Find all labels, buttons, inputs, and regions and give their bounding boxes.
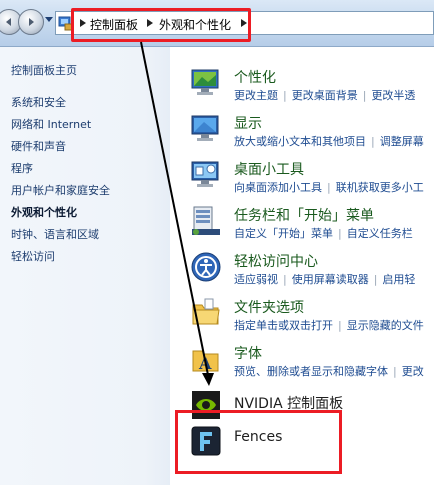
folder-options-icon[interactable] [190,297,222,329]
taskbar-start-icon[interactable] [190,205,222,237]
nvidia-icon[interactable] [190,389,222,421]
entry-title[interactable]: NVIDIA 控制面板 [234,393,343,413]
nav-user-accounts[interactable]: 用户帐户和家庭安全 [11,182,110,198]
category-folder-options: 文件夹选项 指定单击或双击打开 | 显示隐藏的文件 [190,297,434,343]
address-bar[interactable]: 控制面板 外观和个性化 [55,11,434,35]
entry-title[interactable]: 文件夹选项 [234,297,304,317]
nav-hardware-sound[interactable]: 硬件和声音 [11,138,66,154]
link-single-double-click[interactable]: 指定单击或双击打开 [234,319,333,332]
forward-arrow-icon [29,18,34,26]
entry-title[interactable]: 显示 [234,113,262,133]
nav-ease-of-access[interactable]: 轻松访问 [11,248,55,264]
entry-links: 更改主题 | 更改桌面背景 | 更改半透 [234,89,416,102]
svg-text:A: A [198,354,212,373]
link-resize-text[interactable]: 放大或缩小文本和其他项目 [234,135,366,148]
link-change-background[interactable]: 更改桌面背景 [292,89,358,102]
link-add-gadgets[interactable]: 向桌面添加小工具 [234,181,322,194]
desktop-gadgets-icon[interactable] [190,159,222,191]
category-fonts: A 字体 预览、删除或者显示和隐藏字体 | 更改 [190,343,434,389]
fonts-icon[interactable]: A [190,343,222,375]
breadcrumb-control-panel[interactable]: 控制面板 [90,16,138,33]
category-taskbar-start-menu: 任务栏和「开始」菜单 自定义「开始」菜单 | 自定义任务栏 [190,205,434,251]
entry-links: 放大或缩小文本和其他项目 | 调整屏幕 [234,135,424,148]
fences-icon[interactable] [190,425,222,457]
forward-button[interactable] [18,9,44,35]
category-fences: Fences [190,425,434,471]
link-customize-taskbar[interactable]: 自定义任务栏 [347,227,413,240]
nav-system-security[interactable]: 系统和安全 [11,94,66,110]
category-desktop-gadgets: 桌面小工具 向桌面添加小工具 | 联机获取更多小工 [190,159,434,205]
control-panel-icon [58,16,74,31]
category-ease-of-access-center: 轻松访问中心 适应弱视 | 使用屏幕读取器 | 启用轻 [190,251,434,297]
entry-links: 预览、删除或者显示和隐藏字体 | 更改 [234,365,424,378]
entry-links: 指定单击或双击打开 | 显示隐藏的文件 [234,319,424,332]
personalization-icon[interactable] [190,67,222,99]
entry-links: 适应弱视 | 使用屏幕读取器 | 启用轻 [234,273,416,286]
link-adjust-resolution[interactable]: 调整屏幕 [380,135,424,148]
link-change-font-settings[interactable]: 更改 [402,365,424,378]
left-navigation-pane [0,47,170,485]
entry-title[interactable]: 桌面小工具 [234,159,304,179]
control-panel-home-link[interactable]: 控制面板主页 [11,62,77,78]
entry-links: 向桌面添加小工具 | 联机获取更多小工 [234,181,424,194]
entry-title[interactable]: 轻松访问中心 [234,251,318,271]
category-personalization: 个性化 更改主题 | 更改桌面背景 | 更改半透 [190,67,434,113]
entry-title[interactable]: 个性化 [234,67,276,87]
nav-clock-language-region[interactable]: 时钟、语言和区域 [11,226,99,242]
link-preview-fonts[interactable]: 预览、删除或者显示和隐藏字体 [234,365,388,378]
entry-links: 自定义「开始」菜单 | 自定义任务栏 [234,227,413,240]
breadcrumb-arrow-icon[interactable] [80,19,86,27]
category-display: 显示 放大或缩小文本和其他项目 | 调整屏幕 [190,113,434,159]
nav-programs[interactable]: 程序 [11,160,33,176]
link-enable-shortcut[interactable]: 启用轻 [382,273,415,286]
link-screen-reader[interactable]: 使用屏幕读取器 [292,273,369,286]
nav-appearance-current: 外观和个性化 [11,206,77,219]
link-customize-start-menu[interactable]: 自定义「开始」菜单 [234,227,333,240]
entry-title[interactable]: 字体 [234,343,262,363]
link-get-more-gadgets[interactable]: 联机获取更多小工 [336,181,424,194]
ease-of-access-icon[interactable] [190,251,222,283]
link-low-vision[interactable]: 适应弱视 [234,273,278,286]
breadcrumb-arrow-icon[interactable] [147,19,153,27]
recent-pages-dropdown-icon[interactable] [45,15,53,23]
breadcrumb-arrow-icon[interactable] [241,19,247,27]
link-change-transparency[interactable]: 更改半透 [371,89,415,102]
back-arrow-icon [6,18,11,26]
breadcrumb-appearance[interactable]: 外观和个性化 [159,16,231,33]
nav-network-internet[interactable]: 网络和 Internet [11,116,91,132]
display-icon[interactable] [190,113,222,145]
entry-title[interactable]: Fences [234,429,282,445]
link-change-theme[interactable]: 更改主题 [234,89,278,102]
link-show-hidden-files[interactable]: 显示隐藏的文件 [347,319,424,332]
entry-title[interactable]: 任务栏和「开始」菜单 [234,205,374,225]
address-toolbar: 控制面板 外观和个性化 [0,0,434,47]
